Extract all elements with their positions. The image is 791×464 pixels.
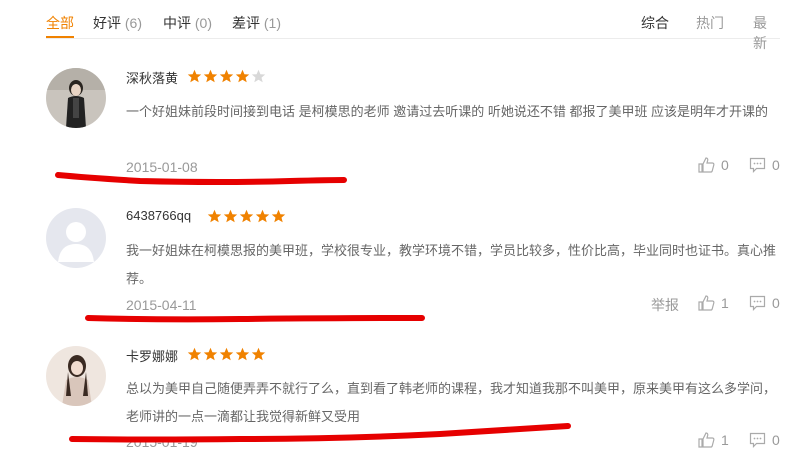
- reviewer-name[interactable]: 6438766qq: [126, 208, 191, 223]
- star-filled-icon: [203, 347, 218, 361]
- review-text: 我一好姐妹在柯模思报的美甲班，学校很专业，教学环境不错，学员比较多，性价比高，毕…: [126, 243, 777, 286]
- star-filled-icon: [235, 69, 250, 83]
- tab-neutral[interactable]: 中评 (0): [163, 13, 212, 33]
- tab-count: (6): [124, 15, 143, 31]
- tab-label: 差评: [232, 15, 260, 31]
- sort-popular[interactable]: 热门: [696, 13, 724, 33]
- comment-button[interactable]: 0: [749, 432, 780, 448]
- thumbs-up-icon: [698, 295, 715, 311]
- rating-stars: [187, 69, 267, 83]
- tab-all[interactable]: 全部: [46, 13, 74, 38]
- report-link[interactable]: 举报: [651, 295, 679, 315]
- review-date: 2015-01-19: [126, 434, 198, 450]
- star-filled-icon: [251, 347, 266, 361]
- tab-count: (0): [194, 15, 213, 31]
- thumbs-up-icon: [698, 432, 715, 448]
- reviewer-name[interactable]: 卡罗娜娜: [126, 346, 178, 365]
- review-text: 总以为美甲自己随便弄弄不就行了么，直到看了韩老师的课程，我才知道我那不叫美甲，原…: [126, 381, 777, 424]
- star-filled-icon: [187, 347, 202, 361]
- tab-negative[interactable]: 差评 (1): [232, 13, 281, 33]
- review-date: 2015-04-11: [126, 297, 197, 313]
- avatar-placeholder[interactable]: [46, 208, 106, 268]
- comment-button[interactable]: 0: [749, 157, 780, 173]
- star-filled-icon: [271, 209, 286, 223]
- comment-count: 0: [772, 295, 780, 311]
- like-button[interactable]: 1: [698, 432, 729, 448]
- star-filled-icon: [219, 69, 234, 83]
- star-filled-icon: [223, 209, 238, 223]
- comment-count: 0: [772, 157, 780, 173]
- comment-icon: [749, 295, 766, 311]
- star-filled-icon: [239, 209, 254, 223]
- star-empty-icon: [251, 69, 266, 83]
- sort-latest[interactable]: 最新: [753, 13, 780, 53]
- rating-stars: [187, 347, 267, 361]
- star-filled-icon: [203, 69, 218, 83]
- star-filled-icon: [255, 209, 270, 223]
- avatar[interactable]: [46, 346, 106, 406]
- like-count: 1: [721, 295, 729, 311]
- tab-count: (1): [263, 15, 282, 31]
- like-button[interactable]: 1: [698, 295, 729, 311]
- red-underline-2: [85, 315, 425, 323]
- comment-button[interactable]: 0: [749, 295, 780, 311]
- tab-label: 全部: [46, 15, 74, 31]
- like-button[interactable]: 0: [698, 157, 729, 173]
- like-count: 0: [721, 157, 729, 173]
- sort-comprehensive[interactable]: 综合: [641, 13, 669, 33]
- like-count: 1: [721, 432, 729, 448]
- reviewer-name[interactable]: 深秋落黄: [126, 68, 178, 87]
- star-filled-icon: [235, 347, 250, 361]
- comment-count: 0: [772, 432, 780, 448]
- star-filled-icon: [207, 209, 222, 223]
- red-underline-1: [55, 172, 347, 185]
- rating-stars: [207, 209, 287, 223]
- tab-positive[interactable]: 好评 (6): [93, 13, 142, 33]
- star-filled-icon: [187, 69, 202, 83]
- review-filter-bar: 全部 好评 (6) 中评 (0) 差评 (1) 综合 热门 最新: [46, 10, 780, 51]
- avatar[interactable]: [46, 68, 106, 128]
- comment-icon: [749, 432, 766, 448]
- star-filled-icon: [219, 347, 234, 361]
- thumbs-up-icon: [698, 157, 715, 173]
- tab-label: 好评: [93, 15, 121, 31]
- tab-label: 中评: [163, 15, 191, 31]
- comment-icon: [749, 157, 766, 173]
- review-text: 一个好姐妹前段时间接到电话 是柯模思的老师 邀请过去听课的 听她说还不错 都报了…: [126, 104, 769, 119]
- review-date: 2015-01-08: [126, 159, 198, 175]
